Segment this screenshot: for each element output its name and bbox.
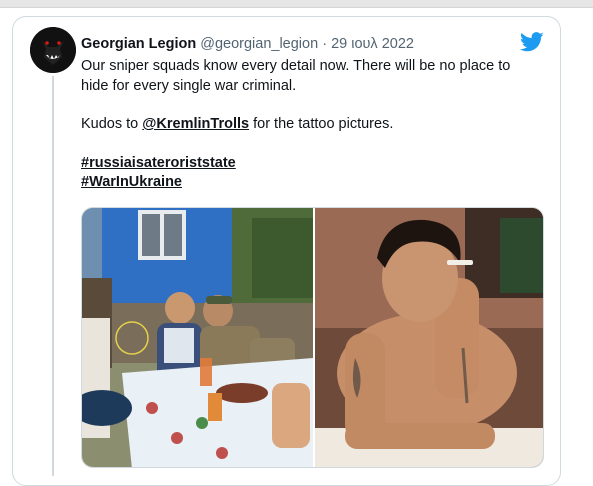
twitter-bird-icon[interactable] (520, 32, 544, 52)
tweet-header: Georgian Legion @georgian_legion · 29 ιο… (81, 35, 414, 53)
hashtag-link[interactable]: #WarInUkraine (81, 174, 182, 190)
kudos-suffix: for the tattoo pictures. (249, 116, 394, 132)
user-handle[interactable]: @georgian_legion (200, 36, 318, 52)
tweet-date[interactable]: 29 ιουλ 2022 (331, 36, 414, 52)
photo-group-at-table[interactable] (82, 208, 313, 467)
mention-link[interactable]: @KremlinTrolls (142, 116, 249, 132)
thread-line (52, 76, 54, 476)
display-name[interactable]: Georgian Legion (81, 36, 196, 52)
wolf-logo-icon (30, 27, 76, 73)
photo-tattooed-man[interactable] (315, 208, 543, 467)
separator-dot: · (322, 36, 328, 52)
hashtag-link[interactable]: #russiaisateroriststate (81, 155, 236, 171)
tweet-text-kudos: Kudos to @KremlinTrolls for the tattoo p… (81, 115, 541, 135)
tweet-media[interactable] (81, 207, 544, 468)
kudos-prefix: Kudos to (81, 116, 143, 132)
tweet-text: Our sniper squads know every detail now.… (81, 57, 541, 193)
top-scroll-strip (0, 0, 593, 8)
tweet-text-line1: Our sniper squads know every detail now.… (81, 58, 511, 94)
avatar[interactable] (30, 27, 76, 73)
